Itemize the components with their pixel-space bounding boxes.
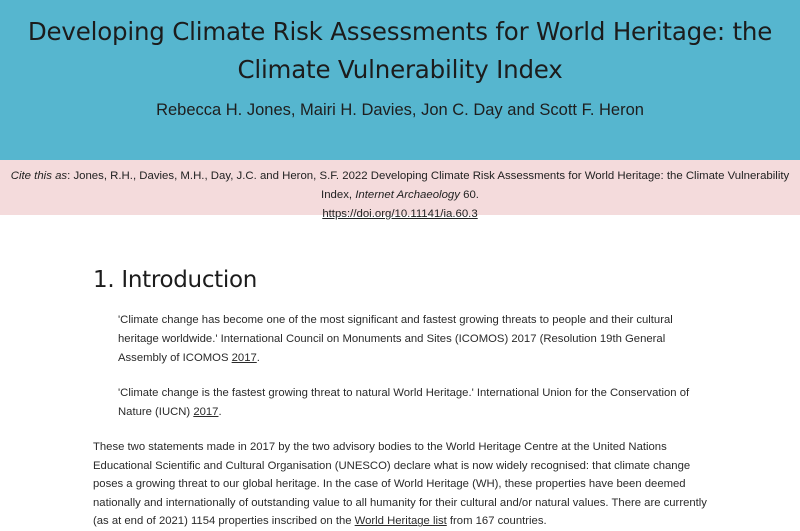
icomos-2017-link[interactable]: 2017 [232,352,257,364]
intro-paragraph: These two statements made in 2017 by the… [93,438,707,531]
citation-box: Cite this as: Jones, R.H., Davies, M.H.,… [0,160,800,220]
iucn-2017-link[interactable]: 2017 [193,406,218,418]
article-body: 1. Introduction 'Climate change has beco… [0,267,800,531]
quote-iucn: 'Climate change is the fastest growing t… [118,384,707,422]
citation-journal: Internet Archaeology [355,189,460,201]
citation-line: Cite this as: Jones, R.H., Davies, M.H.,… [0,167,800,205]
world-heritage-list-link[interactable]: World Heritage list [355,515,447,527]
quote-icomos-text: 'Climate change has become one of the mo… [118,314,673,364]
quote-icomos: 'Climate change has become one of the mo… [118,311,707,368]
quote-iucn-end: . [218,406,222,418]
article-header: Developing Climate Risk Assessments for … [0,0,800,160]
quote-icomos-end: . [256,352,260,364]
section-heading: 1. Introduction [93,267,258,293]
article-authors: Rebecca H. Jones, Mairi H. Davies, Jon C… [156,101,644,119]
doi-link[interactable]: https://doi.org/10.11141/ia.60.3 [322,208,477,220]
citation-label: Cite this as [10,170,68,182]
citation-volume: 60. [459,189,479,201]
article-title: Developing Climate Risk Assessments for … [27,17,773,84]
intro-paragraph-end: from 167 countries. [446,515,547,528]
